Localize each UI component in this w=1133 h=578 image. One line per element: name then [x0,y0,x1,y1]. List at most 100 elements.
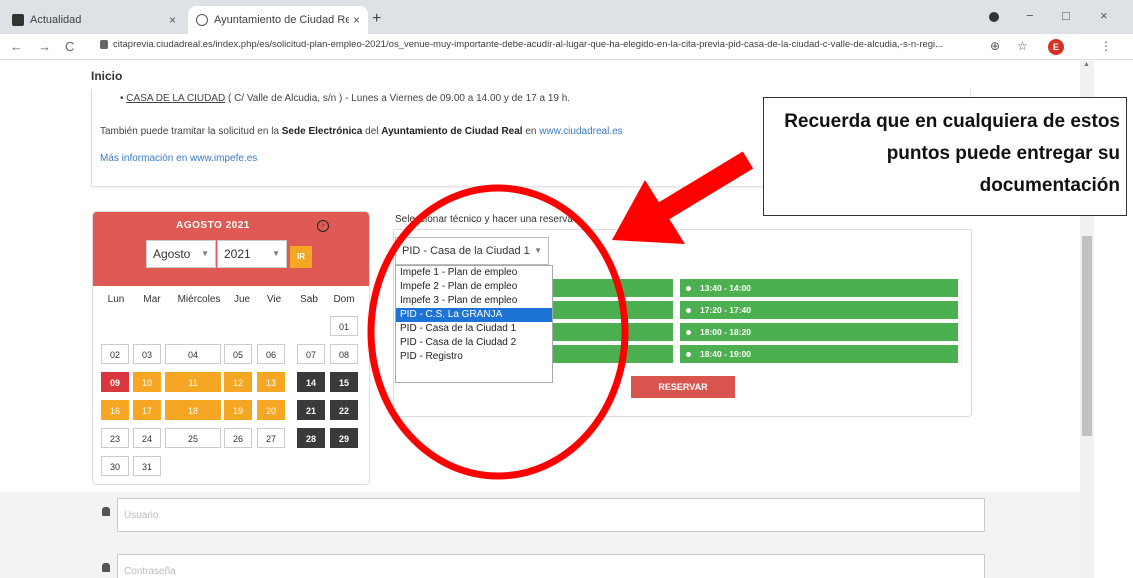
chevron-down-icon: ▼ [534,246,542,255]
star-icon[interactable]: ☆ [1017,39,1028,53]
menu-icon[interactable]: ⋮ [1100,39,1112,53]
time-slot[interactable]: 18:00 - 18:20 [680,323,958,341]
location-bullet: • CASA DE LA CIUDAD ( C/ Valle de Alcudi… [120,93,571,104]
address-row: ← → C citaprevia.ciudadreal.es/index.php… [0,34,1133,60]
time-slot[interactable]: 17:20 - 17:40 [680,301,958,319]
lock-icon [102,563,110,572]
calendar-day[interactable]: 21 [297,400,325,420]
calendar-day[interactable]: 03 [133,344,161,364]
profile-avatar[interactable]: E [1048,39,1064,55]
calendar-day[interactable]: 14 [297,372,325,392]
scroll-up-icon[interactable]: ▲ [1083,61,1090,68]
back-button[interactable]: ← [10,39,23,54]
time-slot-label: 18:40 - 19:00 [700,349,752,359]
slot-dot-icon [686,286,691,291]
chevron-down-icon: ▼ [272,249,280,258]
calendar-day[interactable]: 16 [101,400,129,420]
weekday-label: Vie [266,294,282,305]
calendar-day[interactable]: 25 [165,428,221,448]
annotation-callout: Recuerda que en cualquiera de estos punt… [763,97,1127,216]
login-area: Usuario Contraseña [0,492,1080,578]
tab-strip: Actualidad × Ayuntamiento de Ciudad Real… [0,0,1133,34]
tab-favicon-icon [12,14,24,26]
tab-title: Ayuntamiento de Ciudad Real [214,14,349,26]
calendar-day[interactable]: 26 [224,428,252,448]
tab-close-icon[interactable]: × [353,13,360,27]
slot-dot-icon [686,308,691,313]
weekday-label: Sab [300,294,318,305]
ciudadreal-link[interactable]: www.ciudadreal.es [539,126,622,137]
technician-option[interactable]: PID - Casa de la Ciudad 2 [396,336,552,350]
tab-close-icon[interactable]: × [169,13,176,27]
calendar-day[interactable]: 09 [101,372,129,392]
technician-option[interactable]: Impefe 3 - Plan de empleo [396,294,552,308]
forward-button[interactable]: → [38,39,51,54]
month-select[interactable]: Agosto ▼ [146,240,216,268]
time-slot-label: 17:20 - 17:40 [700,305,752,315]
calendar-day[interactable]: 27 [257,428,285,448]
slots-scrollbar[interactable] [961,279,970,367]
location-link[interactable]: CASA DE LA CIUDAD [126,93,225,104]
tab-title: Actualidad [30,14,82,26]
calendar-day[interactable]: 06 [257,344,285,364]
weekday-label: Mar [143,294,161,305]
calendar-day[interactable]: 29 [330,428,358,448]
password-input[interactable]: Contraseña [117,554,985,578]
calendar-day[interactable]: 28 [297,428,325,448]
calendar-day[interactable]: 08 [330,344,358,364]
calendar-day[interactable]: 12 [224,372,252,392]
calendar-day[interactable]: 13 [257,372,285,392]
tab-actualidad[interactable]: Actualidad × [4,6,184,34]
next-month-icon[interactable]: › [317,220,329,232]
time-slot-label: 18:00 - 18:20 [700,327,752,337]
calendar-day[interactable]: 22 [330,400,358,420]
technician-option[interactable]: PID - C.S. La GRANJA [396,308,552,322]
technician-option[interactable]: PID - Casa de la Ciudad 1 [396,322,552,336]
maximize-button[interactable]: □ [1062,8,1070,23]
reserve-label: Seleccionar técnico y hacer una reserva [395,214,573,225]
technician-dropdown: Impefe 1 - Plan de empleo Impefe 2 - Plan… [395,265,553,383]
tab-ayuntamiento[interactable]: Ayuntamiento de Ciudad Real × [188,6,368,34]
calendar-day[interactable]: 23 [101,428,129,448]
time-slot[interactable]: 13:40 - 14:00 [680,279,958,297]
calendar-day[interactable]: 05 [224,344,252,364]
calendar-day[interactable]: 01 [330,316,358,336]
user-icon [102,507,110,516]
chevron-down-icon: ▼ [201,249,209,258]
scroll-thumb[interactable] [1082,236,1092,436]
calendar-day[interactable]: 07 [297,344,325,364]
close-window-button[interactable]: × [1100,8,1108,23]
minimize-button[interactable]: − [1026,8,1034,23]
time-slot[interactable]: 18:40 - 19:00 [680,345,958,363]
home-link[interactable]: Inicio [91,69,122,83]
calendar-day[interactable]: 30 [101,456,129,476]
address-bar[interactable]: citaprevia.ciudadreal.es/index.php/es/so… [100,39,950,50]
calendar-day[interactable]: 15 [330,372,358,392]
calendar-day[interactable]: 18 [165,400,221,420]
calendar-day[interactable]: 11 [165,372,221,392]
year-select[interactable]: 2021 ▼ [217,240,287,268]
calendar-day[interactable]: 20 [257,400,285,420]
calendar-day[interactable]: 24 [133,428,161,448]
technician-option[interactable]: PID - Registro [396,350,552,364]
technician-option[interactable]: Impefe 2 - Plan de empleo [396,280,552,294]
technician-option[interactable]: Impefe 1 - Plan de empleo [396,266,552,280]
new-tab-button[interactable]: + [372,10,381,28]
calendar-day[interactable]: 19 [224,400,252,420]
sede-text: También puede tramitar la solicitud en l… [100,126,623,137]
user-input[interactable]: Usuario [117,498,985,532]
calendar-day[interactable]: 10 [133,372,161,392]
zoom-icon[interactable]: ⊕ [990,39,1000,53]
more-info-link[interactable]: Más información en www.impefe.es [100,153,257,164]
calendar-day[interactable]: 02 [101,344,129,364]
calendar-day[interactable]: 04 [165,344,221,364]
calendar-header: AGOSTO 2021 › Agosto ▼ 2021 ▼ IR [93,212,369,286]
technician-select[interactable]: PID - Casa de la Ciudad 1 ▼ [395,237,549,265]
go-button[interactable]: IR [290,246,312,268]
weekday-label: Lun [107,294,125,305]
reserve-button[interactable]: RESERVAR [631,376,735,398]
reload-button[interactable]: C [65,39,74,54]
calendar-day[interactable]: 17 [133,400,161,420]
weekday-label: Dom [333,294,355,305]
calendar-day[interactable]: 31 [133,456,161,476]
